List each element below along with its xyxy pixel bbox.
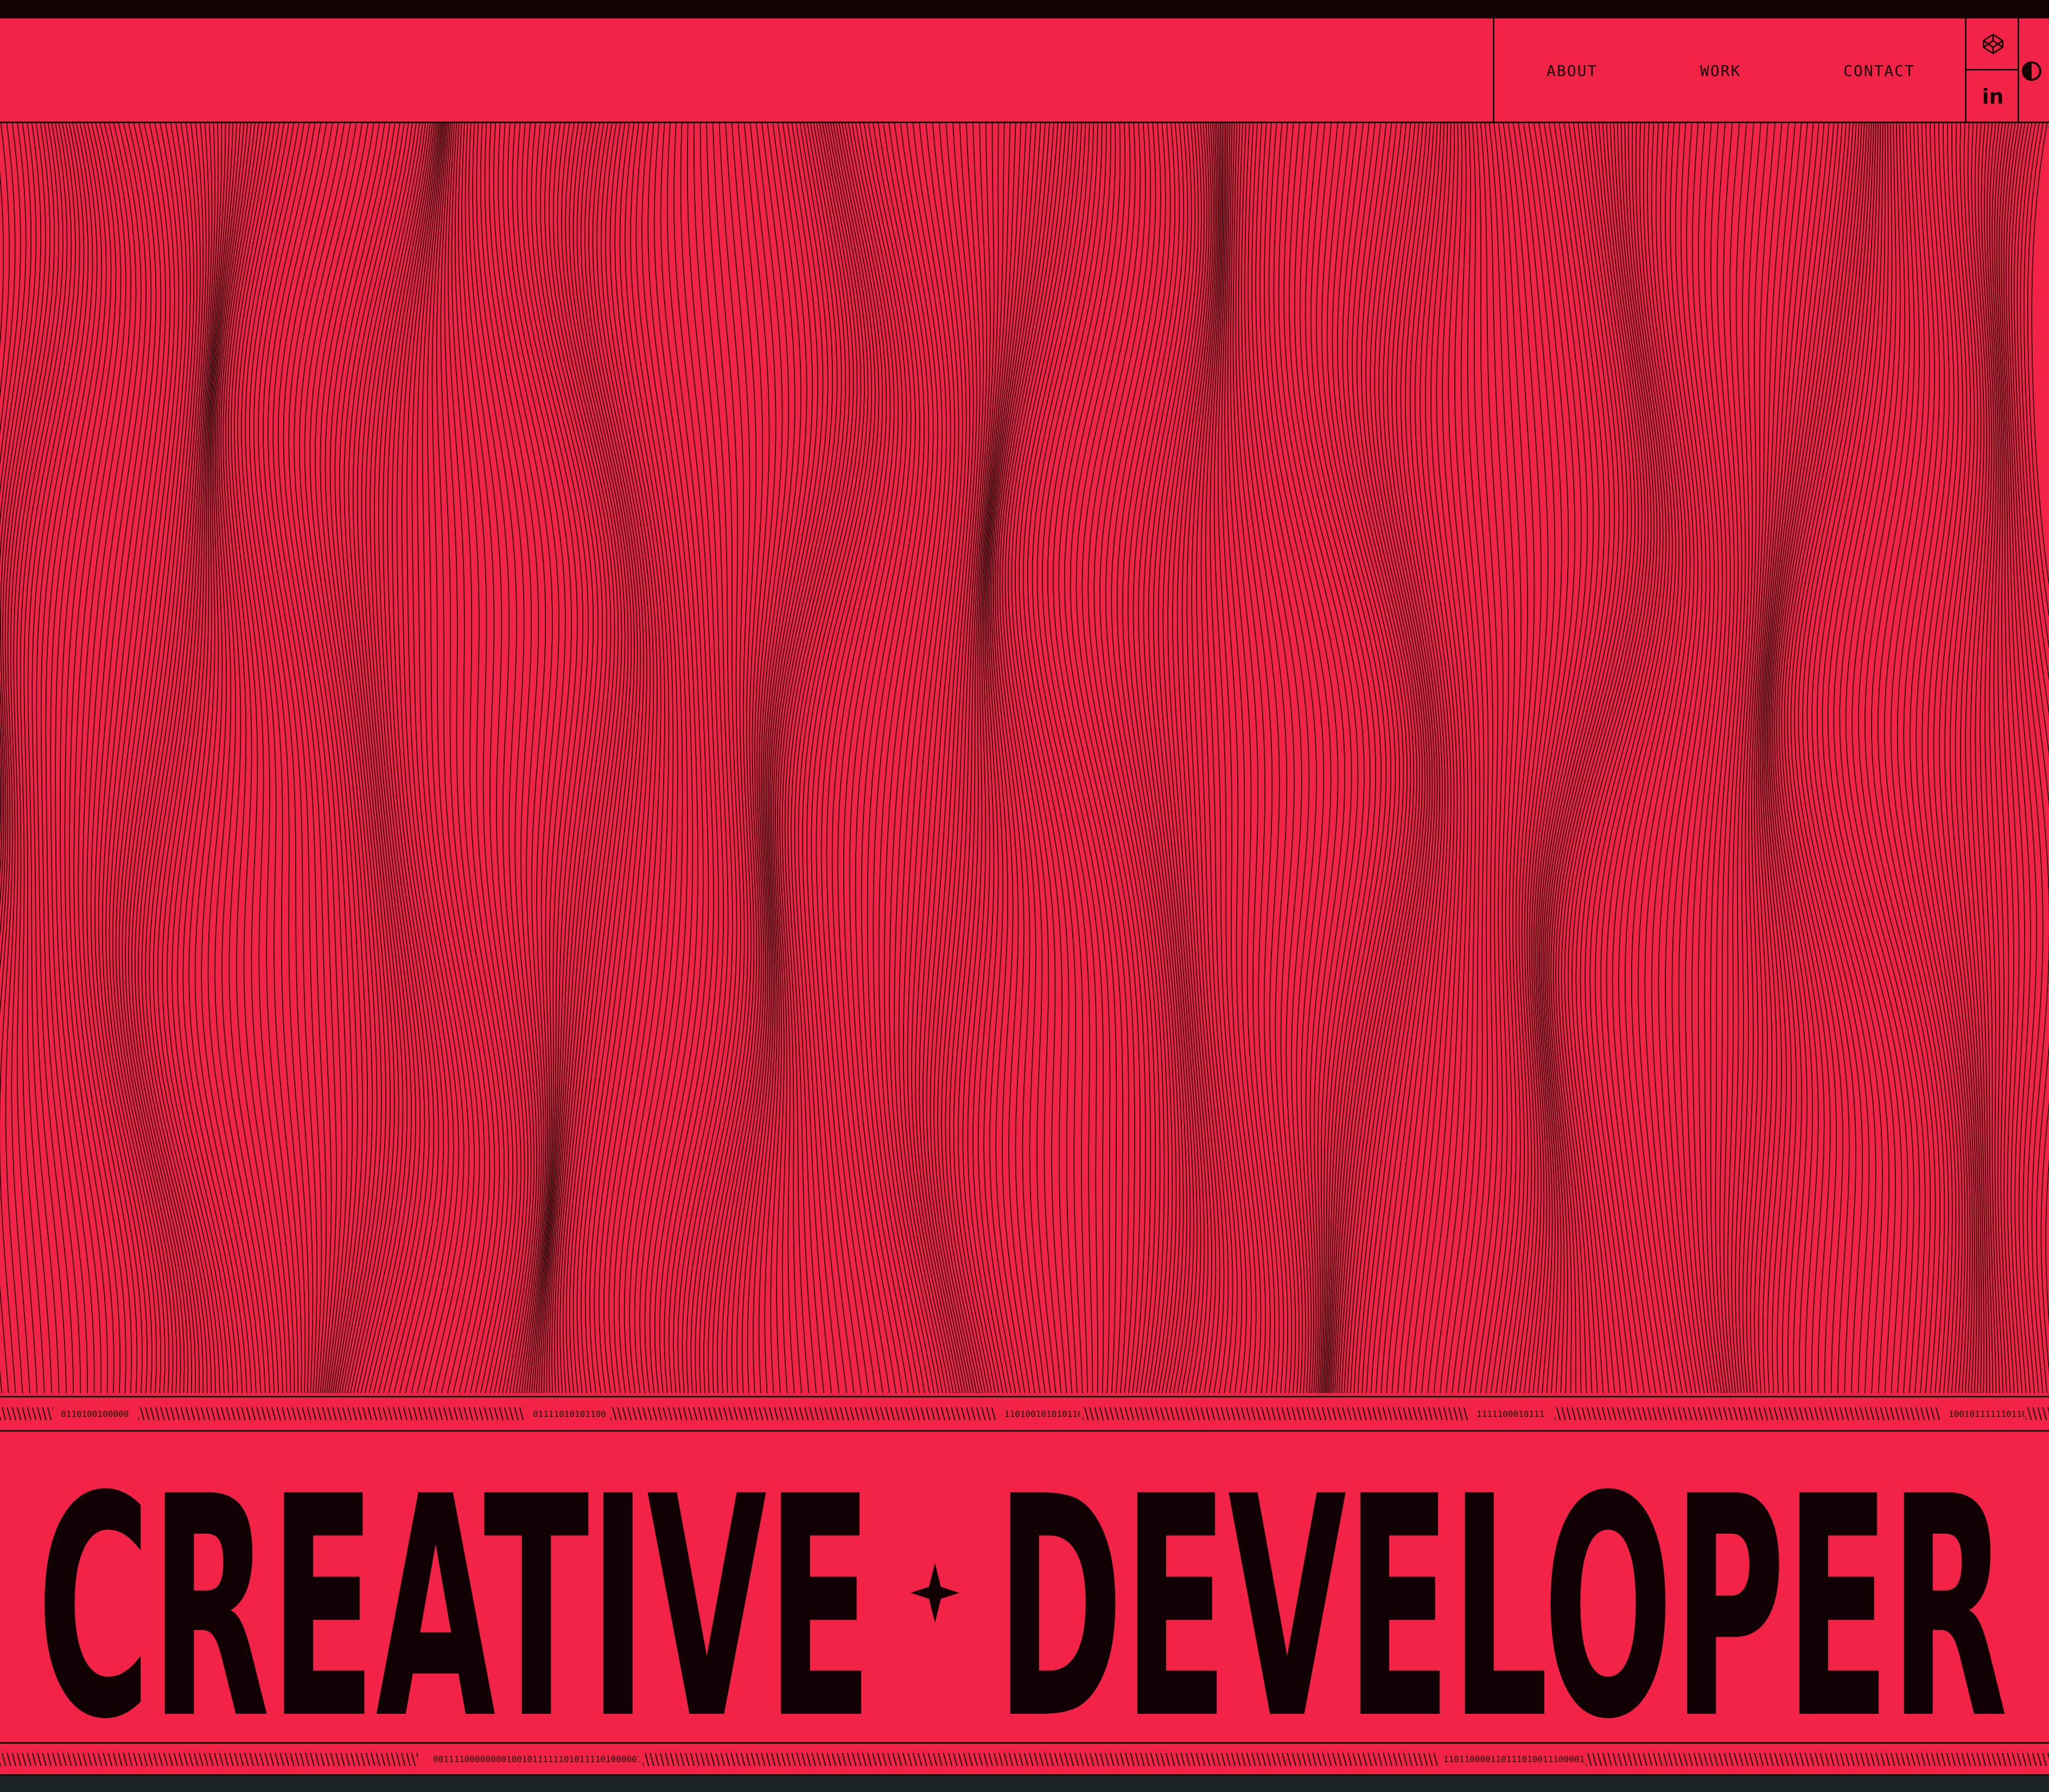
hero-wave-artwork [0,123,2049,1396]
headline-word-developer: DEVELOPER [996,1432,2008,1742]
site-header: ABOUT WORK CONTACT in [0,18,2049,123]
binary-code-text: 01111010101100 [533,1408,606,1419]
codepen-icon [1982,33,2003,54]
four-point-star-icon [911,1563,959,1623]
linkedin-link[interactable]: in [1967,71,2019,123]
main-nav: ABOUT WORK CONTACT [1493,18,1965,123]
binary-code-text: 0011110000000010010111111010111101000001… [433,1753,639,1764]
binary-code-text: 1111100010111 [1477,1408,1545,1419]
binary-ticker-bottom: 0011110000000010010111111010111101000001… [0,1742,2049,1776]
binary-code-text: 110110000110111010011100001 [1443,1753,1585,1764]
theme-toggle-icon [2022,61,2041,81]
codepen-link[interactable] [1967,18,2019,71]
page-bottom-strip [0,1776,2049,1792]
wave-lines-graphic [0,123,2049,1394]
social-links: in [1965,18,2019,123]
headline-word-creative: CREATIVE [37,1432,873,1742]
nav-about-link[interactable]: ABOUT [1547,62,1598,80]
binary-code-text: 1101001010101101 [1004,1408,1080,1419]
binary-code-text: 1001011111101101 [1949,1408,2025,1419]
headline-banner: CREATIVE DEVELOPER [0,1432,2049,1742]
binary-code-text: 0110100100000 [61,1408,129,1419]
theme-toggle[interactable] [2021,18,2049,123]
nav-contact-link[interactable]: CONTACT [1843,62,1915,80]
top-dark-strip [0,0,2049,18]
nav-work-link[interactable]: WORK [1700,62,1741,80]
linkedin-icon: in [1982,85,2004,109]
binary-ticker-top: 0110100100000 01111010101100 11010010101… [0,1396,2049,1432]
